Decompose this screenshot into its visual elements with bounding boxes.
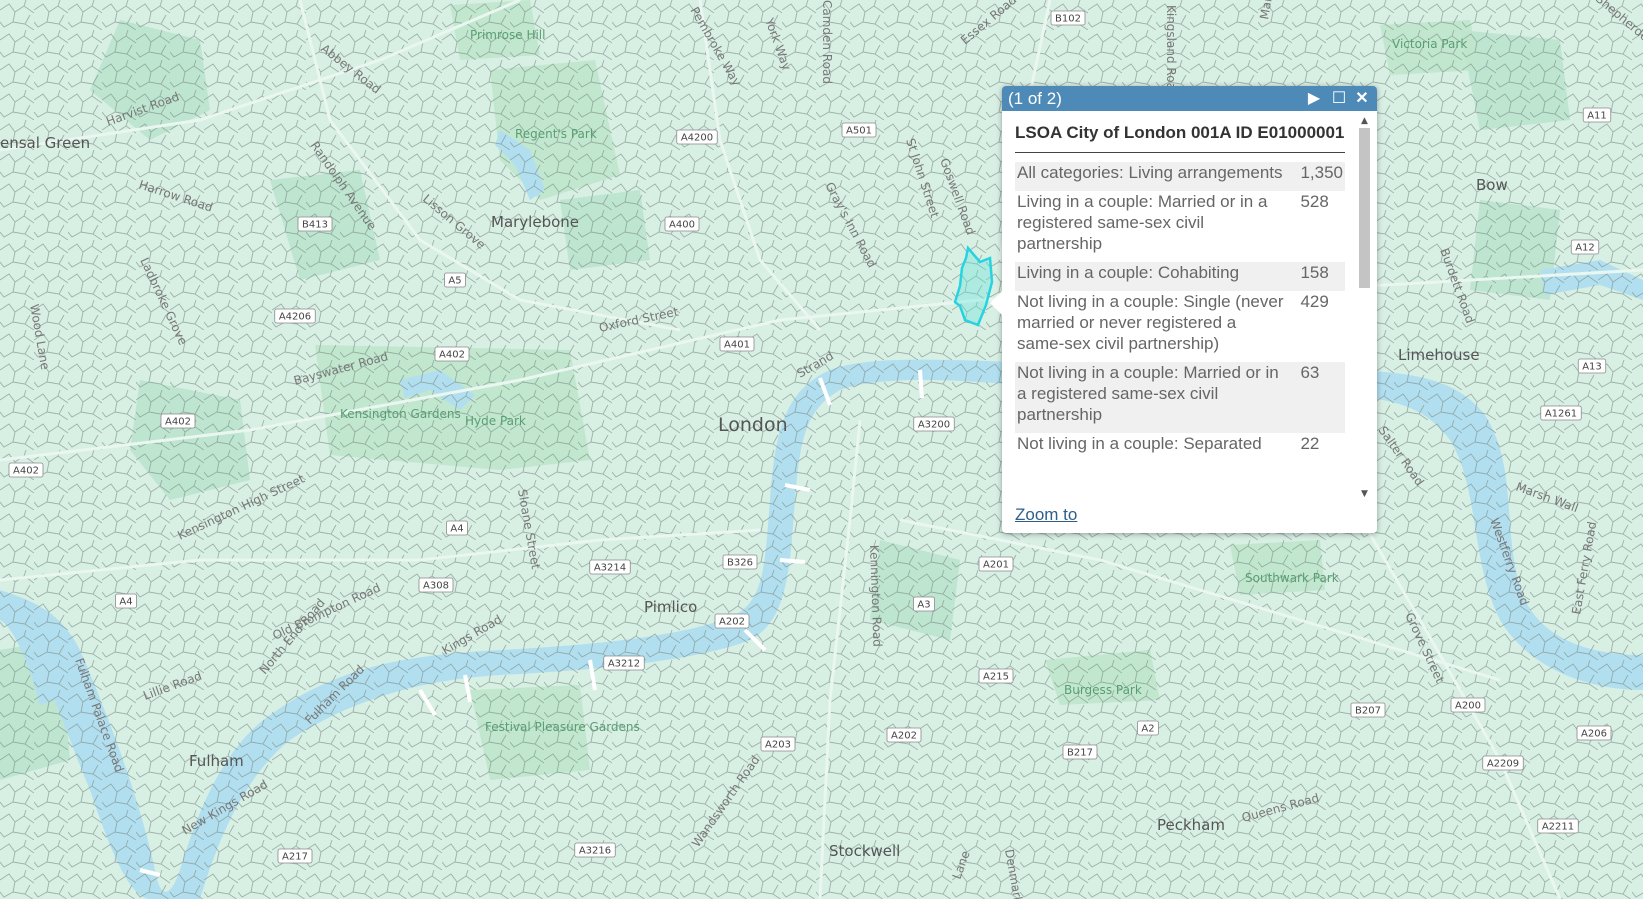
road-shield-label: B207 <box>1355 706 1381 717</box>
road-label: Camden Road <box>820 0 834 84</box>
attribute-value: 22 <box>1300 434 1320 453</box>
popup-page-count: (1 of 2) <box>1008 89 1062 108</box>
road-shield-label: A217 <box>282 852 308 863</box>
place-label: Fulham <box>189 752 244 770</box>
attribute-table: All categories: Living arrangements 1,35… <box>1015 162 1345 462</box>
attribute-field: Not living in a couple: Separated <box>1017 434 1262 453</box>
road-shield-label: A203 <box>765 740 791 751</box>
attribute-row: Living in a couple: Married or in a regi… <box>1015 191 1345 262</box>
road-shield-label: A2211 <box>1542 822 1574 833</box>
road-shield-label: A3214 <box>594 563 626 574</box>
road-shield-label: A501 <box>846 126 872 137</box>
attribute-row: Not living in a couple: Separated 22 <box>1015 433 1345 462</box>
place-label: ensal Green <box>0 134 90 152</box>
road-shield-label: A4 <box>119 597 132 608</box>
road-shield-label: A12 <box>1575 243 1595 254</box>
popup-pointer <box>990 291 1002 315</box>
play-icon[interactable]: ▶ <box>1304 86 1324 111</box>
road-shield-label: A206 <box>1581 729 1607 740</box>
road-shield-label: A13 <box>1582 362 1602 373</box>
road-shield-label: A4 <box>450 524 463 535</box>
road-shield-label: A3 <box>917 600 930 611</box>
road-shield-label: A5 <box>448 276 461 287</box>
road-shield-label: A215 <box>983 672 1009 683</box>
place-label: Limehouse <box>1398 346 1480 364</box>
road-shield-label: A202 <box>891 731 917 742</box>
road-shield-label: A200 <box>1455 701 1481 712</box>
park-label: Hyde Park <box>465 414 526 428</box>
popup-content[interactable]: LSOA City of London 001A ID E01000001 Al… <box>1015 122 1353 484</box>
attribute-field: Not living in a couple: Single (never ma… <box>1017 292 1284 353</box>
road-shield-label: A402 <box>13 466 39 477</box>
map-canvas[interactable]: ensal Green Marylebone London Pimlico Fu… <box>0 0 1643 899</box>
maximize-icon[interactable]: ☐ <box>1328 86 1350 111</box>
scroll-down-icon[interactable]: ▼ <box>1358 489 1371 500</box>
road-shield-label: A2 <box>1141 724 1154 735</box>
attribute-row: Not living in a couple: Married or in a … <box>1015 362 1345 433</box>
road-shield-label: B326 <box>727 558 753 569</box>
popup-title: LSOA City of London 001A ID E01000001 <box>1015 122 1345 153</box>
park-label: Kensington Gardens <box>340 407 461 421</box>
road-shield-label: A4206 <box>279 312 311 323</box>
road-shield-label: A402 <box>439 350 465 361</box>
attribute-field: Not living in a couple: Married or in a … <box>1017 363 1279 424</box>
attribute-field: Living in a couple: Cohabiting <box>1017 263 1240 282</box>
road-shield-label: B217 <box>1067 748 1093 759</box>
attribute-value: 63 <box>1300 363 1320 382</box>
popup-scrollbar[interactable]: ▲ ▼ <box>1358 116 1371 500</box>
attribute-value: 158 <box>1300 263 1329 282</box>
scroll-up-icon[interactable]: ▲ <box>1358 116 1371 127</box>
road-shield-label: A400 <box>669 220 695 231</box>
attribute-value: 429 <box>1300 292 1329 311</box>
place-label: Marylebone <box>491 213 579 231</box>
road-shield-label: A3200 <box>918 420 950 431</box>
attribute-field: Living in a couple: Married or in a regi… <box>1017 192 1268 253</box>
place-label: London <box>718 414 788 436</box>
park-label: Primrose Hill <box>470 28 545 42</box>
park-label: Burgess Park <box>1064 683 1142 697</box>
info-popup[interactable]: (1 of 2) ▶ ☐ ✕ LSOA City of London 001A … <box>990 86 1377 533</box>
park-label: Festival Pleasure Gardens <box>485 720 640 734</box>
attribute-row: Living in a couple: Cohabiting 158 <box>1015 262 1345 291</box>
park-label: Victoria Park <box>1392 37 1467 51</box>
road-shield-label: A308 <box>423 581 449 592</box>
road-shield-label: A11 <box>1587 111 1607 122</box>
place-label: Stockwell <box>829 842 900 860</box>
road-shield-label: B413 <box>302 220 328 231</box>
place-label: Pimlico <box>644 598 697 616</box>
attribute-row: Not living in a couple: Single (never ma… <box>1015 291 1345 362</box>
road-shield-label: A202 <box>719 617 745 628</box>
road-label: Kingsland Road <box>1164 5 1178 98</box>
popup-header: (1 of 2) ▶ ☐ ✕ <box>1002 86 1377 111</box>
road-shield-label: A4200 <box>681 133 713 144</box>
road-shield-label: A1261 <box>1545 409 1577 420</box>
attribute-value: 528 <box>1300 192 1329 211</box>
zoom-to-link[interactable]: Zoom to <box>1015 505 1077 525</box>
park-label: Southwark Park <box>1245 571 1339 585</box>
park-label: Regent's Park <box>515 127 597 141</box>
attribute-row: All categories: Living arrangements 1,35… <box>1015 162 1345 191</box>
scroll-thumb[interactable] <box>1359 128 1370 288</box>
road-shield-label: A401 <box>724 340 750 351</box>
road-shield-label: A201 <box>983 560 1009 571</box>
attribute-value: 1,350 <box>1300 163 1343 182</box>
road-shield-label: A3216 <box>579 846 611 857</box>
place-label: Bow <box>1476 176 1508 194</box>
road-shield-label: A402 <box>165 417 191 428</box>
attribute-field: All categories: Living arrangements <box>1017 163 1283 182</box>
close-icon[interactable]: ✕ <box>1352 86 1372 111</box>
road-shield-label: B102 <box>1055 14 1081 25</box>
place-label: Peckham <box>1157 816 1225 834</box>
road-shield-label: A2209 <box>1487 759 1519 770</box>
road-shield-label: A3212 <box>608 659 640 670</box>
